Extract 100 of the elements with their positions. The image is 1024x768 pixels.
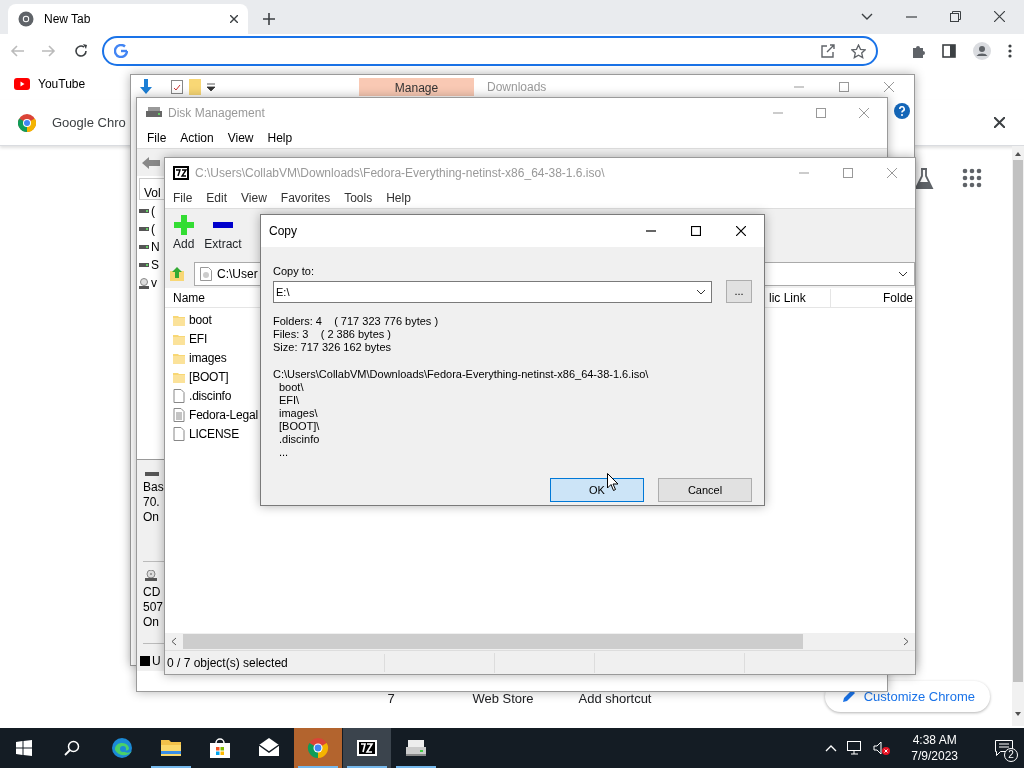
menu-item[interactable]: File: [166, 189, 200, 207]
shortcut-label[interactable]: Web Store: [472, 692, 534, 707]
drive-icon: [139, 261, 149, 269]
horizontal-scrollbar[interactable]: [165, 633, 915, 650]
disk-info: 70.: [143, 495, 160, 510]
up-folder-icon[interactable]: [170, 267, 184, 281]
menu-item[interactable]: Help: [379, 189, 418, 207]
dialog-button[interactable]: OK: [550, 478, 644, 502]
address-bar[interactable]: [102, 36, 878, 66]
menu-item[interactable]: Tools: [337, 189, 380, 207]
cd-drive-icon: [145, 570, 159, 583]
volume-name[interactable]: S: [151, 256, 159, 274]
disc-image-icon: [200, 267, 212, 281]
help-icon[interactable]: [894, 103, 910, 119]
file-name[interactable]: boot: [189, 310, 212, 329]
shopping-bag-icon[interactable]: [209, 737, 231, 759]
apps-grid-icon[interactable]: [962, 168, 982, 188]
profile-icon[interactable]: [973, 42, 991, 60]
close-icon[interactable]: [994, 11, 1005, 22]
column-header[interactable]: Folde: [831, 288, 915, 307]
folder-icon[interactable]: [160, 737, 182, 759]
chevron-down-icon[interactable]: [696, 288, 706, 295]
clock[interactable]: 4:38 AM 7/9/2023: [903, 732, 966, 764]
drive-icon: [139, 207, 149, 215]
field-label: Copy to:: [273, 265, 315, 278]
browser-tab[interactable]: New Tab: [8, 4, 248, 34]
item-text: ...: [278, 446, 290, 459]
properties-icon[interactable]: [171, 80, 183, 94]
toolbar-button[interactable]: Add: [173, 215, 195, 260]
ribbon-tab[interactable]: Manage: [359, 78, 474, 96]
flask-icon[interactable]: [914, 168, 934, 190]
start-icon[interactable]: [16, 740, 32, 756]
archive-app-icon[interactable]: [356, 737, 378, 759]
volume-name[interactable]: v: [151, 274, 157, 292]
dialog-title: Copy: [269, 223, 297, 240]
caret-icon[interactable]: [207, 83, 215, 91]
menu-item[interactable]: File: [140, 129, 174, 147]
window-title: C:\Users\CollabVM\Downloads\Fedora-Everything-netinst-x86_64-38-1.6.iso\: [195, 165, 605, 182]
infobar-text: Google Chro: [52, 113, 126, 132]
extensions-icon[interactable]: [911, 44, 925, 58]
shortcut-label[interactable]: 7: [387, 692, 395, 707]
chevron-down-icon[interactable]: [861, 13, 873, 20]
share-icon[interactable]: [821, 44, 835, 58]
disk-info: Bas: [143, 480, 164, 495]
cursor-icon: [607, 473, 619, 491]
search-icon[interactable]: [64, 740, 80, 756]
chevron-up-icon[interactable]: [825, 744, 838, 752]
menu-item[interactable]: Favorites: [273, 189, 338, 207]
dialog-button[interactable]: Cancel: [658, 478, 752, 502]
close-icon[interactable]: [230, 15, 238, 23]
file-name[interactable]: .discinfo: [189, 386, 232, 405]
menu-item[interactable]: View: [234, 189, 274, 207]
folder-icon: [173, 370, 185, 383]
notifications-icon[interactable]: [995, 740, 1013, 756]
item-text: boot\: [278, 381, 305, 394]
download-icon[interactable]: [139, 79, 153, 95]
back-icon[interactable]: [142, 156, 160, 169]
browse-button[interactable]: ...: [726, 280, 752, 303]
archive-app-icon: [173, 166, 189, 180]
file-name[interactable]: [BOOT]: [189, 367, 229, 386]
close-icon[interactable]: [736, 226, 746, 236]
envelope-icon[interactable]: [258, 737, 280, 759]
menu-item[interactable]: View: [220, 129, 261, 147]
item-text: [BOOT]\: [278, 420, 321, 433]
file-name[interactable]: EFI: [189, 329, 208, 348]
disk-drive-icon[interactable]: [405, 737, 427, 759]
drive-icon: [139, 243, 149, 251]
window-title: Disk Management: [168, 105, 265, 122]
restore-icon[interactable]: [950, 11, 961, 22]
side-panel-icon[interactable]: [942, 44, 956, 58]
volume-muted-icon[interactable]: [873, 741, 892, 755]
notification-count: 2: [1004, 748, 1018, 762]
destination-field[interactable]: E:\: [273, 280, 712, 303]
star-icon[interactable]: [851, 43, 866, 59]
item-text: EFI\: [278, 394, 301, 407]
file-name[interactable]: LICENSE: [189, 424, 239, 443]
close-icon[interactable]: [994, 117, 1005, 128]
video-icon: [14, 78, 30, 90]
menu-item[interactable]: Help: [260, 129, 300, 147]
volume-name[interactable]: N: [151, 238, 160, 256]
file-name[interactable]: images: [189, 348, 227, 367]
file-name[interactable]: Fedora-Legal: [189, 405, 258, 424]
shortcut-label[interactable]: Add shortcut: [578, 692, 652, 707]
legend-swatch: [140, 656, 150, 666]
menu-icon[interactable]: [1008, 44, 1012, 58]
network-icon[interactable]: [847, 741, 864, 755]
volume-name[interactable]: (: [151, 220, 155, 238]
volume-name[interactable]: (: [151, 202, 155, 220]
bookmark-link[interactable]: YouTube: [38, 75, 86, 93]
new-tab-icon[interactable]: [263, 13, 275, 25]
chevron-down-icon[interactable]: [898, 271, 908, 277]
maximize-icon[interactable]: [691, 226, 701, 236]
drive-icon: [139, 225, 149, 233]
toolbar-button[interactable]: Extract: [204, 215, 242, 260]
menu-item[interactable]: Action: [173, 129, 221, 147]
menu-item[interactable]: Edit: [199, 189, 235, 207]
minimize-icon[interactable]: [906, 15, 917, 18]
scrollbar[interactable]: [1012, 146, 1024, 726]
reload-icon[interactable]: [74, 44, 88, 58]
browser-icon[interactable]: [111, 737, 133, 759]
